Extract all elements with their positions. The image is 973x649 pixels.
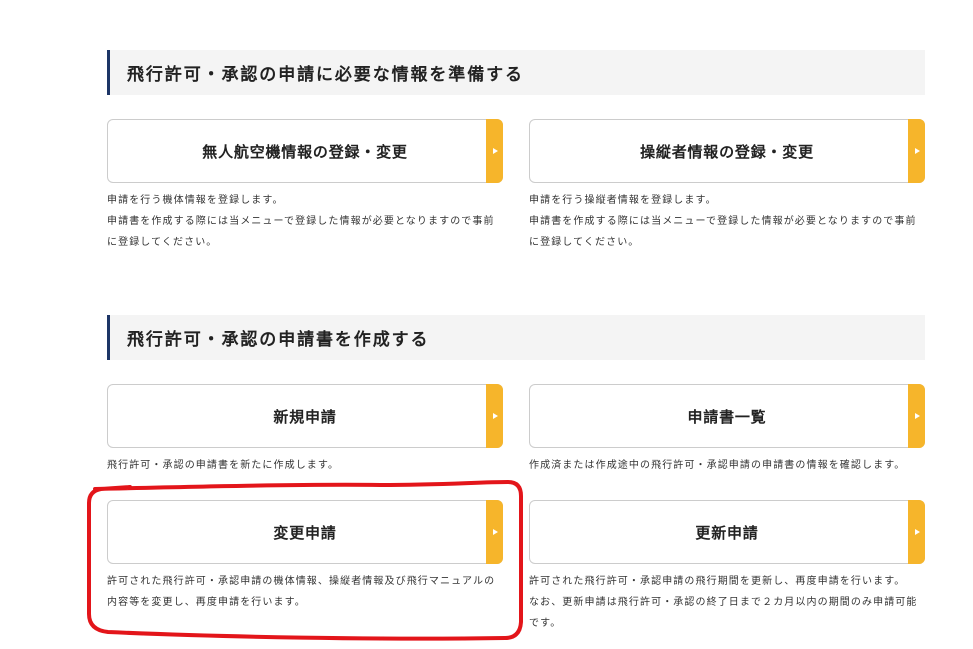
card-label: 申請書一覧 <box>687 408 767 426</box>
description-line: 許可された飛行許可・承認申請の機体情報、操縦者情報及び飛行マニュアルの <box>107 576 496 587</box>
new-application-button[interactable]: 新規申請 <box>107 384 503 448</box>
card-description: 許可された飛行許可・承認申請の飛行期間を更新し、再度申請を行います。 なお、更新… <box>529 571 925 634</box>
card-arrow-tab <box>486 119 503 183</box>
card-description: 飛行許可・承認の申請書を新たに作成します。 <box>107 455 503 476</box>
triangle-right-icon <box>492 529 498 535</box>
description-line: 申請書を作成する際には当メニューで登録した情報が必要となりますので事前 <box>107 216 495 227</box>
menu-item-change-application: 変更申請 許可された飛行許可・承認申請の機体情報、操縦者情報及び飛行マニュアルの… <box>107 500 503 634</box>
card-label: 無人航空機情報の登録・変更 <box>202 143 408 161</box>
menu-row: 新規申請 飛行許可・承認の申請書を新たに作成します。 申請書一覧 作成済または作… <box>107 384 925 476</box>
triangle-right-icon <box>492 148 498 154</box>
section-header-create-application: 飛行許可・承認の申請書を作成する <box>107 315 925 360</box>
section-title: 飛行許可・承認の申請書を作成する <box>127 330 430 349</box>
card-arrow-tab <box>486 500 503 564</box>
card-arrow-tab <box>908 384 925 448</box>
menu-row: 変更申請 許可された飛行許可・承認申請の機体情報、操縦者情報及び飛行マニュアルの… <box>107 500 925 634</box>
card-description: 許可された飛行許可・承認申請の機体情報、操縦者情報及び飛行マニュアルの 内容等を… <box>107 571 503 613</box>
change-application-button[interactable]: 変更申請 <box>107 500 503 564</box>
card-arrow-tab <box>908 500 925 564</box>
menu-row: 無人航空機情報の登録・変更 申請を行う機体情報を登録します。 申請書を作成する際… <box>107 119 925 253</box>
menu-item-aircraft: 無人航空機情報の登録・変更 申請を行う機体情報を登録します。 申請書を作成する際… <box>107 119 503 253</box>
description-line: 飛行許可・承認の申請書を新たに作成します。 <box>107 460 340 471</box>
menu-item-pilot: 操縦者情報の登録・変更 申請を行う操縦者情報を登録します。 申請書を作成する際に… <box>529 119 925 253</box>
card-label: 新規申請 <box>273 408 337 426</box>
triangle-right-icon <box>914 529 920 535</box>
description-line: 申請を行う操縦者情報を登録します。 <box>529 195 717 206</box>
description-line: に登録してください。 <box>529 237 640 248</box>
section-title: 飛行許可・承認の申請に必要な情報を準備する <box>127 65 524 84</box>
application-list-button[interactable]: 申請書一覧 <box>529 384 925 448</box>
register-pilot-info-button[interactable]: 操縦者情報の登録・変更 <box>529 119 925 183</box>
card-label: 更新申請 <box>695 524 759 542</box>
description-line: 内容等を変更し、再度申請を行います。 <box>107 597 306 608</box>
card-description: 申請を行う機体情報を登録します。 申請書を作成する際には当メニューで登録した情報… <box>107 190 503 253</box>
renewal-application-button[interactable]: 更新申請 <box>529 500 925 564</box>
card-description: 作成済または作成途中の飛行許可・承認申請の申請書の情報を確認します。 <box>529 455 925 476</box>
description-line: 申請を行う機体情報を登録します。 <box>107 195 284 206</box>
menu-item-renewal-application: 更新申請 許可された飛行許可・承認申請の飛行期間を更新し、再度申請を行います。 … <box>529 500 925 634</box>
triangle-right-icon <box>914 413 920 419</box>
menu-item-application-list: 申請書一覧 作成済または作成途中の飛行許可・承認申請の申請書の情報を確認します。 <box>529 384 925 476</box>
description-line: 作成済または作成途中の飛行許可・承認申請の申請書の情報を確認します。 <box>529 460 906 471</box>
card-label: 変更申請 <box>273 524 337 542</box>
description-line: 申請書を作成する際には当メニューで登録した情報が必要となりますので事前 <box>529 216 917 227</box>
description-line: なお、更新申請は飛行許可・承認の終了日まで２カ月以内の期間のみ申請可能 <box>529 597 918 608</box>
card-arrow-tab <box>908 119 925 183</box>
description-line: 許可された飛行許可・承認申請の飛行期間を更新し、再度申請を行います。 <box>529 576 906 587</box>
menu-item-new-application: 新規申請 飛行許可・承認の申請書を新たに作成します。 <box>107 384 503 476</box>
section-header-prepare-info: 飛行許可・承認の申請に必要な情報を準備する <box>107 50 925 95</box>
triangle-right-icon <box>914 148 920 154</box>
card-arrow-tab <box>486 384 503 448</box>
register-aircraft-info-button[interactable]: 無人航空機情報の登録・変更 <box>107 119 503 183</box>
card-label: 操縦者情報の登録・変更 <box>640 143 814 161</box>
card-description: 申請を行う操縦者情報を登録します。 申請書を作成する際には当メニューで登録した情… <box>529 190 925 253</box>
description-line: です。 <box>529 618 562 629</box>
triangle-right-icon <box>492 413 498 419</box>
description-line: に登録してください。 <box>107 237 218 248</box>
